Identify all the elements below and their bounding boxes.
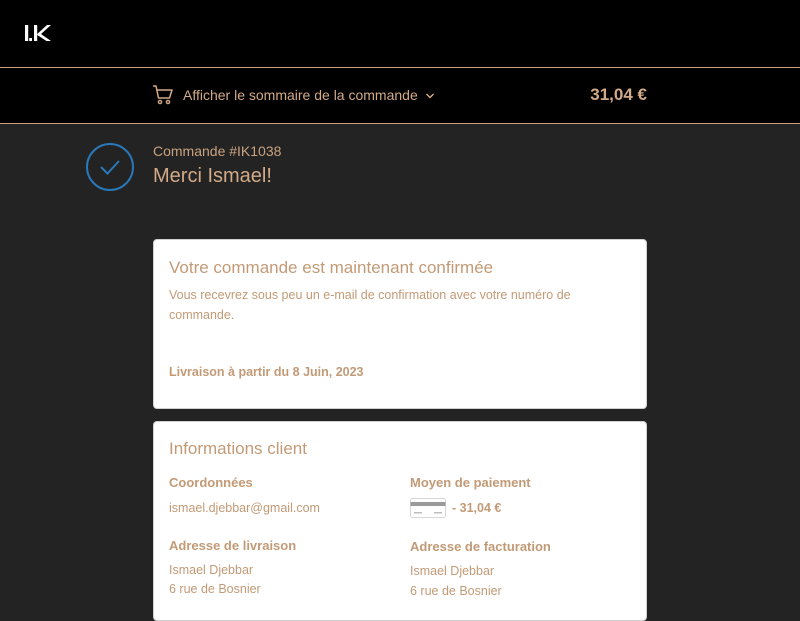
payment-method-label: Moyen de paiement [410,475,531,490]
billing-name: Ismael Djebbar [410,564,495,578]
customer-info-title: Informations client [169,439,307,458]
confirmation-message: Vous recevrez sous peu un e-mail de conf… [169,288,571,322]
thank-you-heading: Merci Ismael! [153,165,272,187]
shipping-name: Ismael Djebbar [169,563,254,577]
billing-address-label: Adresse de facturation [410,539,551,554]
summary-total: 31,04 € [590,85,647,104]
summary-toggle-label: Afficher le sommaire de la commande [183,87,418,103]
check-circle-icon [86,143,134,191]
confirmation-title: Votre commande est maintenant confirmée [169,258,494,277]
confirmation-card: Votre commande est maintenant confirmée … [153,239,647,409]
delivery-date: Livraison à partir du 8 Juin, 2023 [169,365,364,379]
summary-toggle-button[interactable]: Afficher le sommaire de la commande [183,87,435,103]
payment-amount: - 31,04 € [452,501,502,515]
shipping-street: 6 rue de Bosnier [169,582,261,596]
customer-info-card: Informations client Coordonnées ismael.d… [153,421,647,621]
top-header [0,0,800,68]
shipping-address-label: Adresse de livraison [169,538,297,553]
chevron-down-icon [425,93,434,99]
billing-street: 6 rue de Bosnier [410,584,502,598]
order-summary-bar: Afficher le sommaire de la commande 31,0… [0,68,800,124]
contact-email: ismael.djebbar@gmail.com [169,501,320,515]
cart-icon [153,85,173,105]
credit-card-icon [410,498,446,518]
ik-logo-icon[interactable] [24,22,54,44]
order-number: Commande #IK1038 [153,143,282,159]
contact-label: Coordonnées [169,475,253,490]
